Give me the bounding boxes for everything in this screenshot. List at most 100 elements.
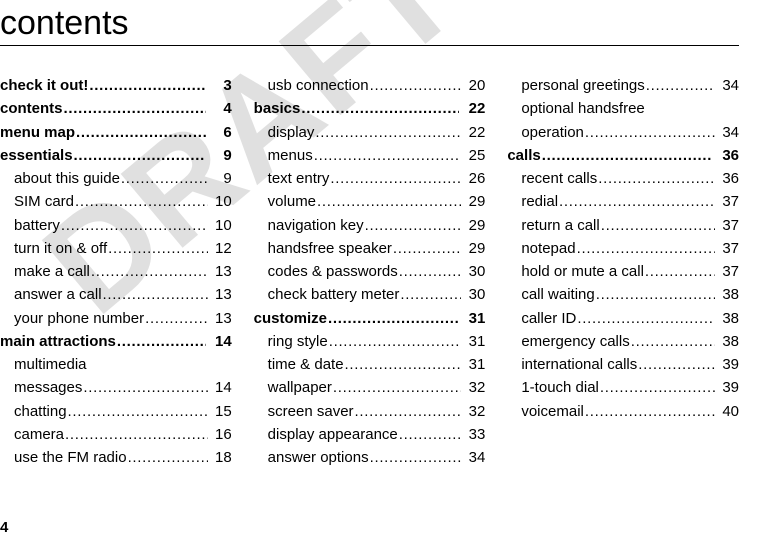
page-ref: 39 (715, 376, 739, 399)
toc-item: handsfree speaker29 (254, 237, 486, 260)
leader-dots (327, 307, 459, 330)
toc-item: make a call13 (0, 260, 232, 283)
leader-dots (637, 353, 715, 376)
page-ref: 22 (459, 97, 485, 120)
toc-item: hold or mute a call37 (507, 260, 739, 283)
page-ref: 10 (208, 190, 232, 213)
label: messages (14, 376, 82, 399)
page-ref: 34 (715, 74, 739, 97)
leader-dots (60, 214, 208, 237)
leader-dots (144, 307, 208, 330)
leader-dots (597, 167, 715, 190)
label: customize (254, 307, 327, 330)
page-ref: 3 (206, 74, 232, 97)
toc-item: caller ID38 (507, 307, 739, 330)
toc-item-wrap2: operation34 (507, 121, 739, 144)
toc-section: main attractions14 (0, 330, 232, 353)
toc-item: call waiting38 (507, 283, 739, 306)
page-ref: 31 (461, 353, 485, 376)
page-ref: 16 (208, 423, 232, 446)
toc-item-wrap2: messages 14 (0, 376, 232, 399)
label: battery (14, 214, 60, 237)
page-ref: 14 (208, 376, 232, 399)
page-number: 4 (0, 519, 8, 536)
page-ref: 29 (461, 190, 485, 213)
leader-dots (344, 353, 462, 376)
toc-item: camera16 (0, 423, 232, 446)
toc-item: 1-touch dial39 (507, 376, 739, 399)
page-ref: 30 (461, 260, 485, 283)
toc-item: emergency calls38 (507, 330, 739, 353)
leader-dots (314, 121, 461, 144)
label: calls (507, 144, 540, 167)
toc-section: calls36 (507, 144, 739, 167)
label: display (268, 121, 315, 144)
toc-item: menus25 (254, 144, 486, 167)
leader-dots (364, 214, 462, 237)
page-ref: 4 (206, 97, 232, 120)
page-ref: 37 (715, 237, 739, 260)
page-ref: 37 (715, 190, 739, 213)
leader-dots (599, 376, 715, 399)
toc-item: SIM card10 (0, 190, 232, 213)
page-ref: 31 (459, 307, 485, 330)
label: navigation key (268, 214, 364, 237)
label: ring style (268, 330, 328, 353)
page-ref: 13 (208, 307, 232, 330)
toc-section: menu map6 (0, 121, 232, 144)
page-ref: 12 (208, 237, 232, 260)
page-ref: 38 (715, 283, 739, 306)
page-ref: 29 (461, 214, 485, 237)
page-ref: 22 (461, 121, 485, 144)
label: check it out! (0, 74, 88, 97)
page-content: contents check it out!3 contents4 menu m… (0, 0, 757, 544)
toc-item-wrap1: optional handsfree (507, 97, 739, 120)
label: display appearance (268, 423, 398, 446)
leader-dots (399, 283, 461, 306)
label: answer a call (14, 283, 102, 306)
leader-dots (576, 237, 715, 260)
leader-dots (73, 144, 206, 167)
label: basics (254, 97, 301, 120)
page-ref: 9 (206, 144, 232, 167)
leader-dots (369, 446, 462, 469)
leader-dots (329, 167, 461, 190)
label: voicemail (521, 400, 584, 423)
toc-item: battery10 (0, 214, 232, 237)
toc-item: navigation key 29 (254, 214, 486, 237)
toc-item: about this guide9 (0, 167, 232, 190)
leader-dots (313, 144, 462, 167)
page-ref: 34 (715, 121, 739, 144)
toc-item: voicemail 40 (507, 400, 739, 423)
toc-section: contents4 (0, 97, 232, 120)
page-ref: 26 (461, 167, 485, 190)
toc-item: usb connection20 (254, 74, 486, 97)
leader-dots (120, 167, 208, 190)
page-ref: 37 (715, 214, 739, 237)
leader-dots (316, 190, 461, 213)
label: volume (268, 190, 316, 213)
leader-dots (584, 121, 715, 144)
toc-item: chatting15 (0, 400, 232, 423)
label: make a call (14, 260, 90, 283)
label: notepad (521, 237, 575, 260)
leader-dots (398, 260, 462, 283)
label: time & date (268, 353, 344, 376)
leader-dots (63, 97, 206, 120)
page-ref: 40 (715, 400, 739, 423)
toc-item: your phone number13 (0, 307, 232, 330)
label: recent calls (521, 167, 597, 190)
toc-section: basics 22 (254, 97, 486, 120)
toc-section: essentials9 (0, 144, 232, 167)
page-ref: 13 (208, 283, 232, 306)
label: usb connection (268, 74, 369, 97)
label: handsfree speaker (268, 237, 392, 260)
toc-section: check it out! 3 (0, 74, 232, 97)
toc-item: international calls39 (507, 353, 739, 376)
leader-dots (328, 330, 462, 353)
leader-dots (630, 330, 715, 353)
leader-dots (116, 330, 206, 353)
label: screen saver (268, 400, 354, 423)
label: wallpaper (268, 376, 332, 399)
label: menus (268, 144, 313, 167)
